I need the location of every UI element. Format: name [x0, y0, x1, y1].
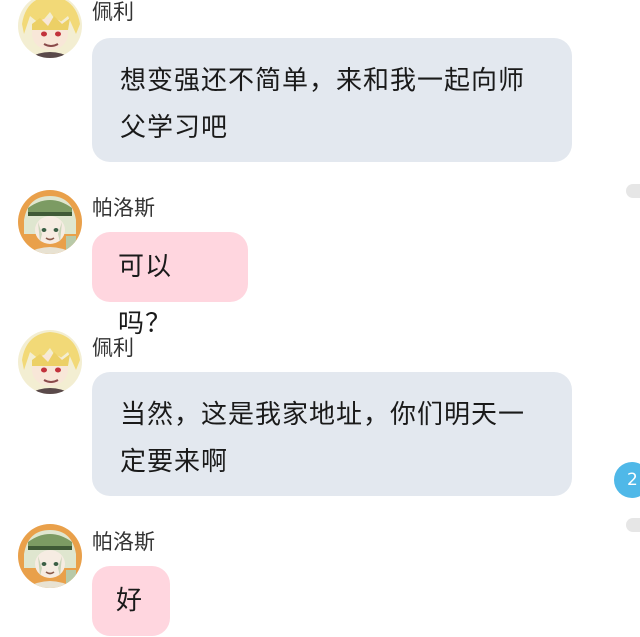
message-bubble[interactable]: 想变强还不简单，来和我一起向师 父学习吧 [92, 38, 572, 162]
scroll-marker [626, 184, 640, 198]
unread-count-badge[interactable]: 2 [614, 462, 640, 498]
sender-name: 帕洛斯 [92, 196, 155, 220]
chat-view: 佩利 想变强还不简单，来和我一起向师 父学习吧 帕洛斯 可以吗？ 佩利 当然，这… [0, 0, 640, 637]
message-bubble[interactable]: 当然，这是我家地址，你们明天一 定要来啊 [92, 372, 572, 496]
green-hat-character-avatar-icon [18, 524, 82, 588]
sender-name: 佩利 [92, 0, 134, 24]
message-line: 好 [116, 586, 144, 616]
message-bubble[interactable]: 可以吗？ [92, 232, 248, 339]
green-hat-character-avatar-icon [18, 190, 82, 254]
avatar-peili[interactable] [18, 0, 82, 58]
avatar-peili[interactable] [18, 330, 82, 394]
blonde-character-avatar-icon [18, 0, 82, 58]
message-bubble[interactable]: 好 [92, 566, 170, 636]
avatar-paluosi[interactable] [18, 524, 82, 588]
blonde-character-avatar-icon [18, 330, 82, 394]
sender-name: 帕洛斯 [92, 530, 155, 554]
sender-name: 佩利 [92, 336, 134, 360]
avatar-paluosi[interactable] [18, 190, 82, 254]
scroll-marker [626, 518, 640, 532]
